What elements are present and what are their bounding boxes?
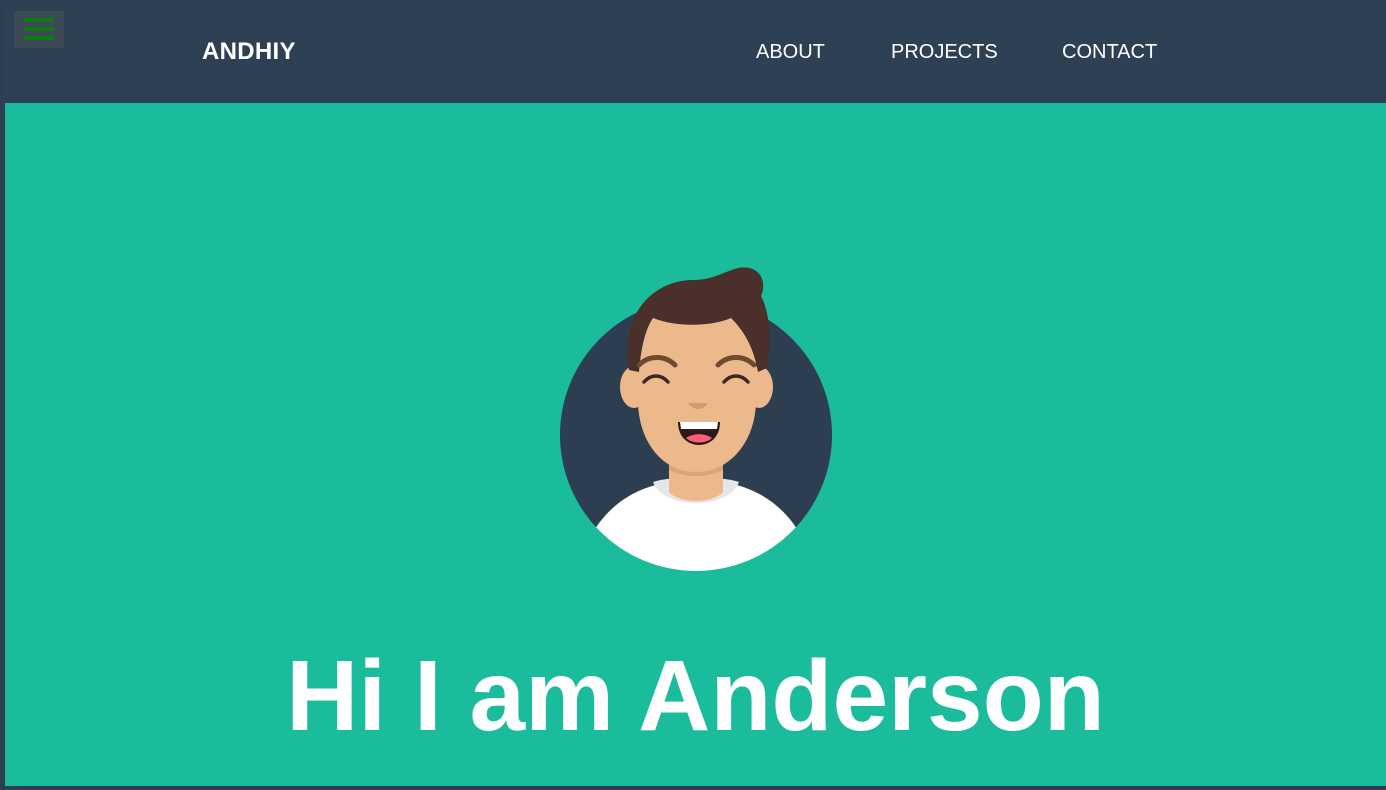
page: ANDHIY ABOUT PROJECTS CONTACT Hi I am An… [5, 2, 1386, 786]
nav-link-contact[interactable]: CONTACT [1062, 40, 1157, 64]
hamburger-menu-button[interactable] [14, 11, 64, 48]
hamburger-icon [24, 18, 54, 22]
brand-logo[interactable]: ANDHIY [202, 38, 296, 66]
hero-title: Hi I am Anderson [286, 640, 1105, 752]
hamburger-icon-line [24, 36, 54, 40]
hamburger-icon-line [24, 27, 54, 31]
navbar: ANDHIY ABOUT PROJECTS CONTACT [5, 2, 1386, 103]
avatar-illustration [560, 267, 832, 571]
bottom-border [0, 786, 1386, 790]
nav-link-projects[interactable]: PROJECTS [891, 40, 998, 64]
nav-link-about[interactable]: ABOUT [756, 40, 825, 64]
avatar-face [638, 308, 756, 472]
